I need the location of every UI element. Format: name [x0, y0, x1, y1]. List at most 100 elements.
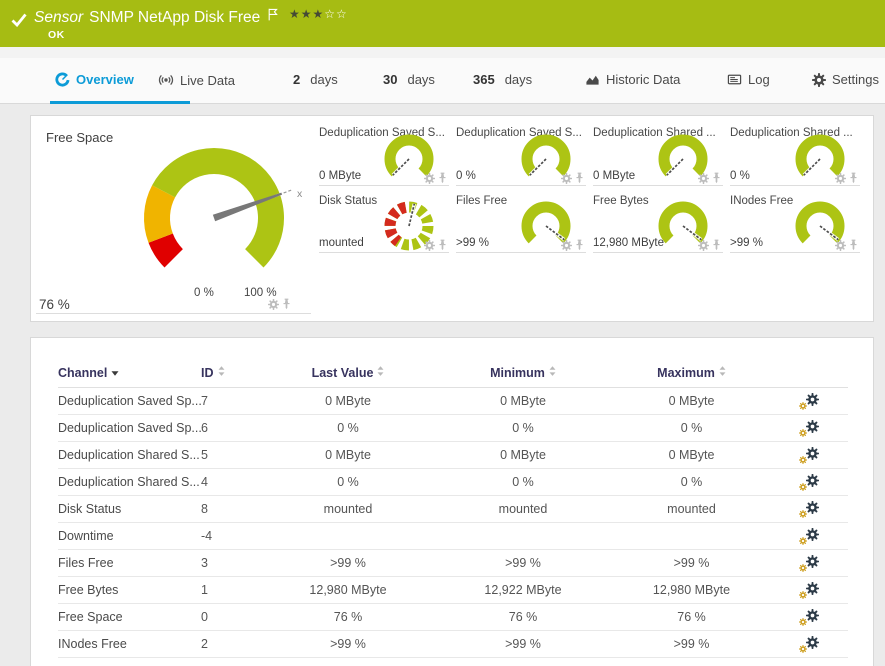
cell-last-value: 76 %	[263, 604, 433, 631]
tile-value: mounted	[319, 237, 364, 249]
tab-log-label: Log	[748, 72, 770, 87]
cell-minimum: 12,922 MByte	[433, 577, 613, 604]
tile-pin-icon[interactable]	[849, 172, 858, 184]
priority-stars-filled[interactable]: ★★★	[289, 7, 324, 21]
cell-channel[interactable]: Deduplication Shared S...	[58, 442, 201, 469]
cell-id: 7	[201, 388, 263, 415]
tile-gear-icon[interactable]	[835, 173, 846, 184]
tile-value: 0 MByte	[319, 170, 361, 182]
cell-maximum: >99 %	[613, 631, 770, 658]
tab-settings[interactable]: Settings	[812, 72, 879, 87]
tab-live-data[interactable]: Live Data	[158, 72, 235, 88]
cell-minimum: mounted	[433, 496, 613, 523]
cell-maximum: mounted	[613, 496, 770, 523]
sort-both-icon	[549, 366, 556, 376]
channel-settings-button[interactable]	[799, 555, 819, 571]
col-header-id[interactable]: ID	[201, 366, 263, 388]
channel-settings-button[interactable]	[799, 582, 819, 598]
cell-channel[interactable]: Deduplication Saved Sp...	[58, 415, 201, 442]
cell-channel[interactable]: INodes Free	[58, 631, 201, 658]
col-header-minimum[interactable]: Minimum	[433, 366, 613, 388]
cell-channel[interactable]: Files Free	[58, 550, 201, 577]
tab-log[interactable]: Log	[727, 72, 770, 87]
live-data-icon	[158, 72, 174, 88]
cell-minimum: >99 %	[433, 550, 613, 577]
tile-gear-icon[interactable]	[698, 240, 709, 251]
tab-2-days[interactable]: 2 days	[293, 72, 338, 87]
tile-gear-icon[interactable]	[698, 173, 709, 184]
channel-settings-button[interactable]	[799, 474, 819, 490]
col-header-maximum[interactable]: Maximum	[613, 366, 770, 388]
gauge-title: Free Space	[46, 130, 113, 145]
gauge-tile: Deduplication Saved S... 0 %	[456, 124, 586, 186]
cell-id: 1	[201, 577, 263, 604]
cell-channel[interactable]: Deduplication Shared S...	[58, 469, 201, 496]
table-row: Free Space 0 76 % 76 % 76 %	[58, 604, 848, 631]
tab-30-days[interactable]: 30 days	[383, 72, 435, 87]
tile-value: >99 %	[456, 237, 489, 249]
cell-minimum: 76 %	[433, 604, 613, 631]
gear-small-icon	[799, 645, 807, 653]
tab-historic-data[interactable]: Historic Data	[585, 72, 680, 87]
cell-minimum: 0 MByte	[433, 442, 613, 469]
channel-settings-button[interactable]	[799, 447, 819, 463]
cell-last-value: 0 MByte	[263, 388, 433, 415]
tile-gear-icon[interactable]	[561, 173, 572, 184]
cell-maximum: 0 %	[613, 415, 770, 442]
tile-gear-icon[interactable]	[561, 240, 572, 251]
priority-flag-icon[interactable]	[268, 8, 278, 21]
gear-icon	[806, 582, 819, 595]
status-badge: OK	[48, 29, 65, 41]
cell-channel[interactable]: Free Space	[58, 604, 201, 631]
historic-chart-icon	[585, 72, 600, 87]
tab-365-days[interactable]: 365 days	[473, 72, 532, 87]
tile-gear-icon[interactable]	[835, 240, 846, 251]
gear-small-icon	[799, 618, 807, 626]
cell-id: 6	[201, 415, 263, 442]
tab-overview[interactable]: Overview	[55, 72, 134, 87]
cell-channel[interactable]: Disk Status	[58, 496, 201, 523]
tile-pin-icon[interactable]	[849, 239, 858, 251]
cell-channel[interactable]: Deduplication Saved Sp...	[58, 388, 201, 415]
priority-stars[interactable]: ★★★☆☆	[289, 7, 348, 21]
cell-channel[interactable]: Free Bytes	[58, 577, 201, 604]
gear-small-icon	[799, 564, 807, 572]
tile-gear-icon[interactable]	[268, 299, 279, 310]
tile-pin-icon[interactable]	[575, 239, 584, 251]
cell-last-value: >99 %	[263, 631, 433, 658]
channel-settings-button[interactable]	[799, 393, 819, 409]
tile-pin-icon[interactable]	[712, 172, 721, 184]
tile-pin-icon[interactable]	[282, 298, 291, 310]
table-row: INodes Free 2 >99 % >99 % >99 %	[58, 631, 848, 658]
priority-stars-empty[interactable]: ☆☆	[324, 7, 348, 21]
channel-settings-button[interactable]	[799, 636, 819, 652]
col-header-last-value[interactable]: Last Value	[263, 366, 433, 388]
cell-id: 0	[201, 604, 263, 631]
tab-historic-label: Historic Data	[606, 72, 680, 87]
tile-gear-icon[interactable]	[424, 240, 435, 251]
tile-pin-icon[interactable]	[438, 172, 447, 184]
tab-30-days-num: 30	[383, 72, 397, 87]
gear-small-icon	[799, 591, 807, 599]
col-header-channel[interactable]: Channel	[58, 366, 201, 388]
tab-settings-label: Settings	[832, 72, 879, 87]
channel-settings-button[interactable]	[799, 501, 819, 517]
cell-channel[interactable]: Downtime	[58, 523, 201, 550]
cell-last-value: 12,980 MByte	[263, 577, 433, 604]
channel-settings-button[interactable]	[799, 609, 819, 625]
cell-id: -4	[201, 523, 263, 550]
tab-2-days-num: 2	[293, 72, 300, 87]
tab-30-days-label: days	[407, 72, 434, 87]
cell-maximum: 76 %	[613, 604, 770, 631]
cell-last-value: 0 %	[263, 415, 433, 442]
tile-pin-icon[interactable]	[712, 239, 721, 251]
tile-pin-icon[interactable]	[575, 172, 584, 184]
tile-gear-icon[interactable]	[424, 173, 435, 184]
tile-pin-icon[interactable]	[438, 239, 447, 251]
channel-settings-button[interactable]	[799, 420, 819, 436]
sort-both-icon	[377, 366, 384, 376]
channel-settings-button[interactable]	[799, 528, 819, 544]
sort-both-icon	[218, 366, 225, 376]
cell-id: 4	[201, 469, 263, 496]
gear-icon	[806, 447, 819, 460]
